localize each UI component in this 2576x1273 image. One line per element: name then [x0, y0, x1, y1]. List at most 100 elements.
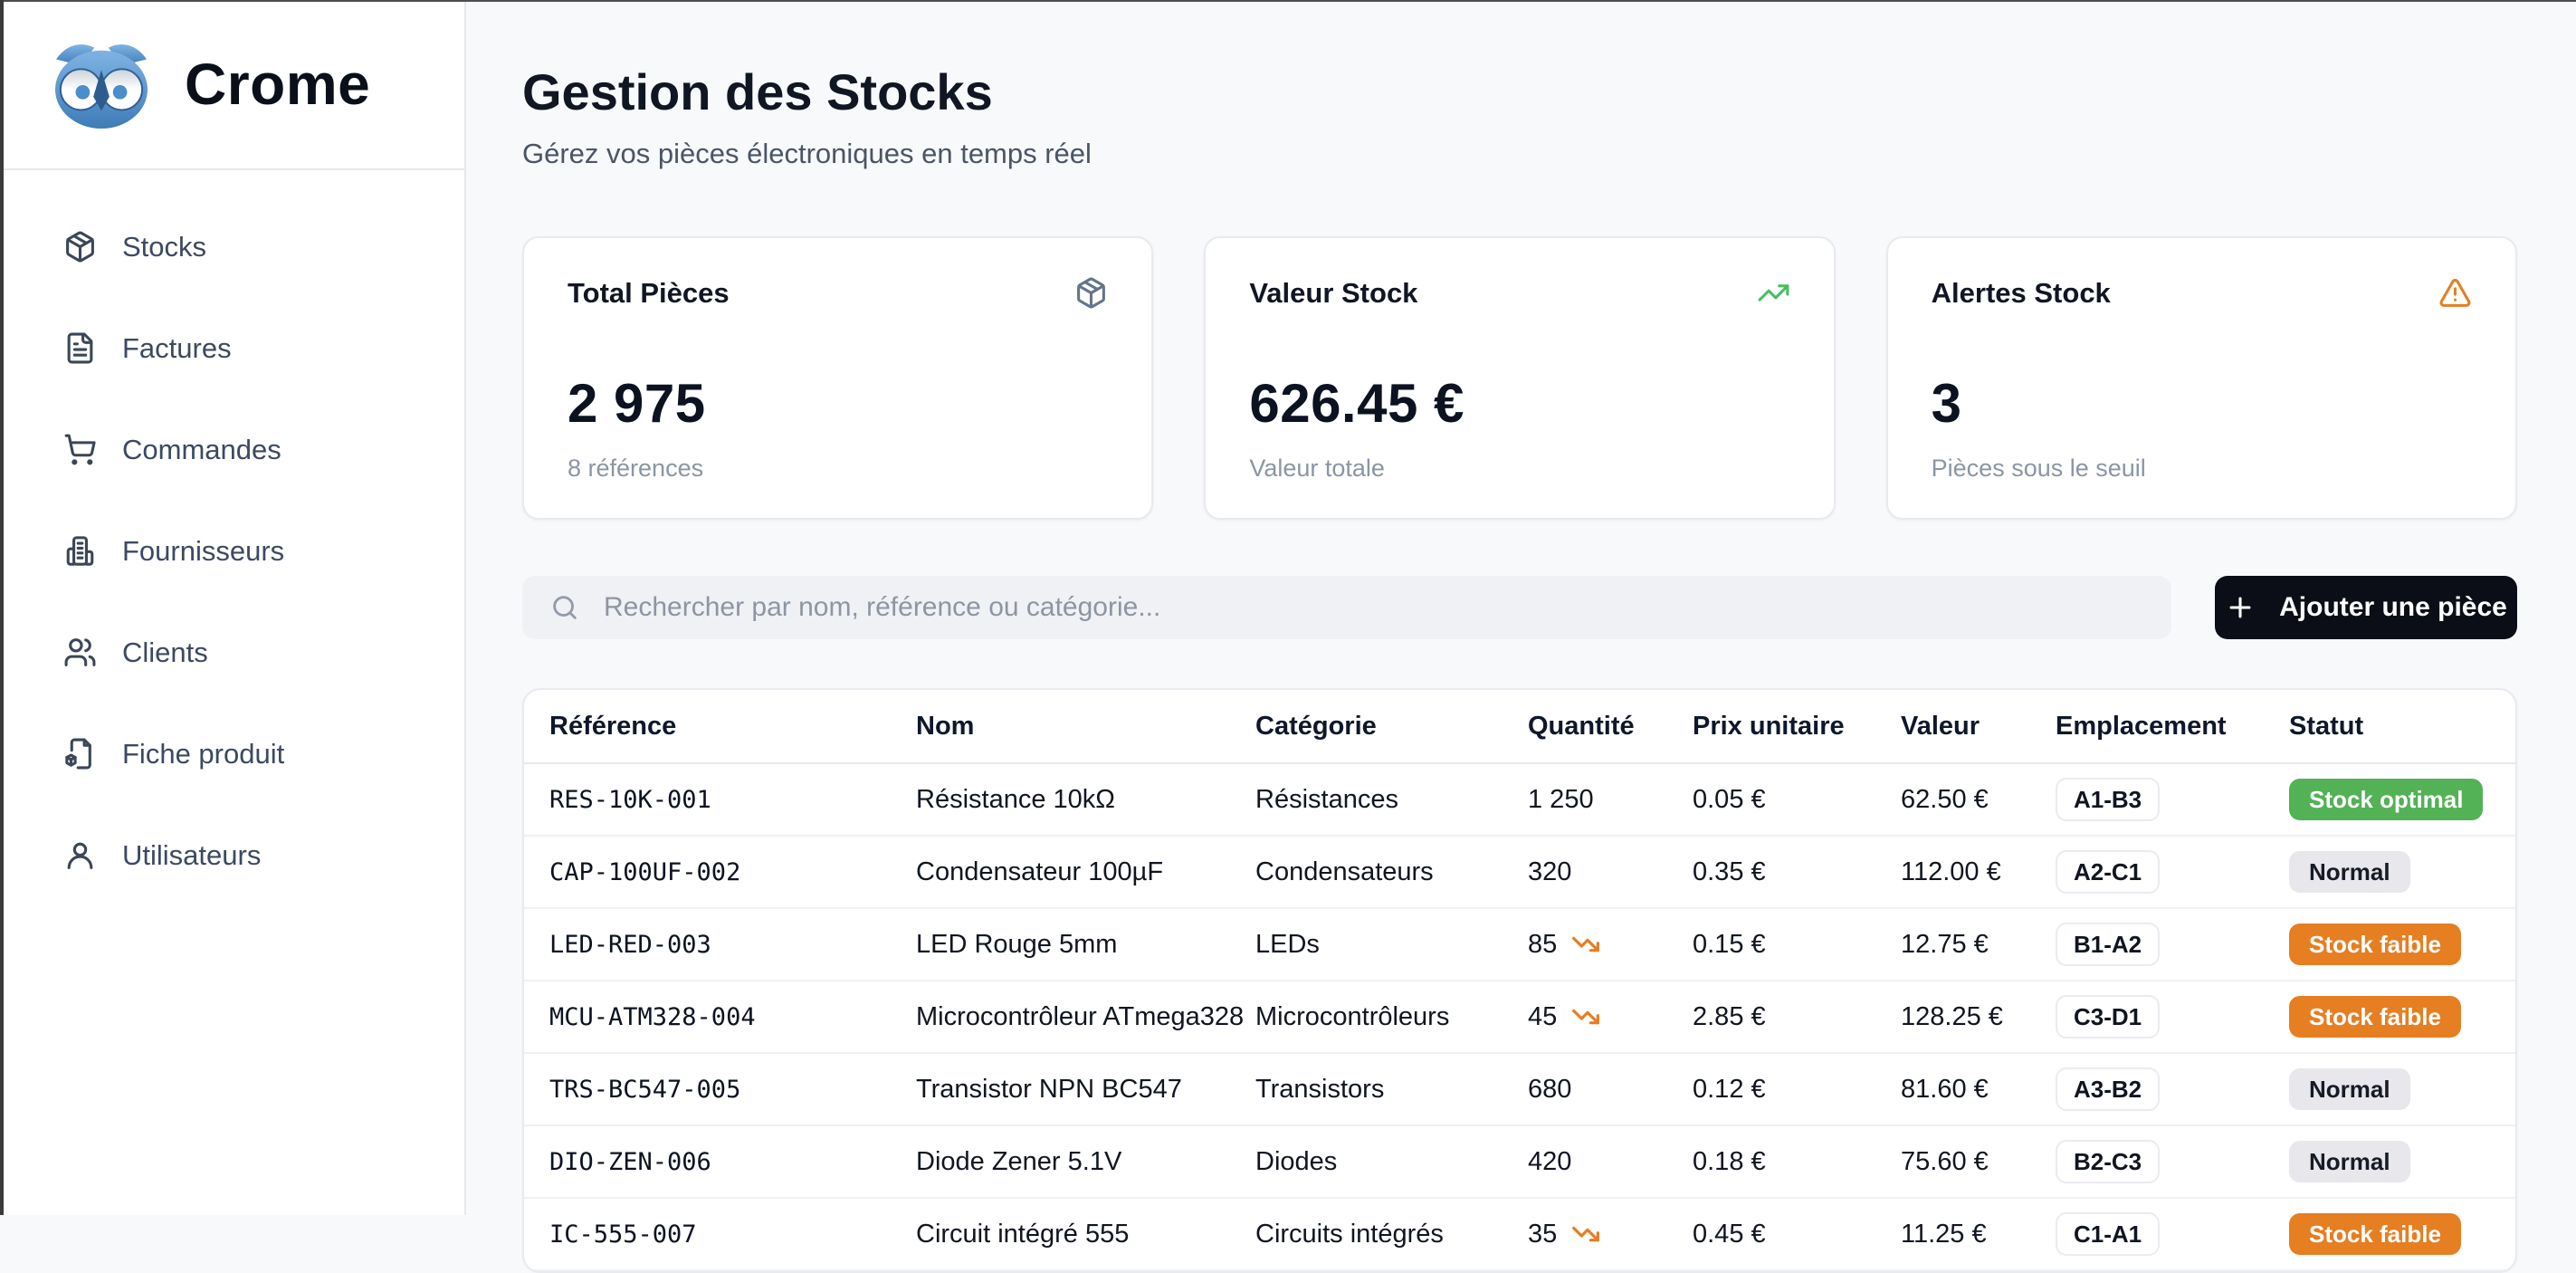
cell-category: Microcontrôleurs — [1255, 1004, 1528, 1030]
cell-status: Normal — [2289, 1068, 2515, 1110]
stat-card-label: Total Pièces — [568, 279, 730, 307]
toolbar: Ajouter une pièce — [522, 576, 2517, 639]
stat-card-alertes-stock: Alertes Stock 3 Pièces sous le seuil — [1886, 236, 2517, 520]
column-header-statut: Statut — [2289, 713, 2515, 740]
cell-location: A2-C1 — [2056, 850, 2289, 894]
sidebar-item-clients[interactable]: Clients — [63, 623, 464, 681]
cell-location: C1-A1 — [2056, 1212, 2289, 1256]
cell-name: Résistance 10kΩ — [916, 787, 1255, 813]
cell-unit-price: 2.85 € — [1693, 1004, 1901, 1030]
cell-value: 62.50 € — [1901, 787, 2056, 813]
stat-card-caption: Valeur totale — [1249, 456, 1789, 481]
cell-status: Stock optimal — [2289, 779, 2515, 820]
column-header-emplacement: Emplacement — [2056, 713, 2289, 740]
cell-reference: LED-RED-003 — [524, 933, 916, 957]
location-pill: C1-A1 — [2056, 1212, 2160, 1256]
cell-status: Stock faible — [2289, 924, 2515, 965]
sidebar-item-label: Utilisateurs — [122, 841, 261, 869]
location-pill: A3-B2 — [2056, 1067, 2160, 1111]
column-header-valeur: Valeur — [1901, 713, 2056, 740]
sidebar-item-fiche-produit[interactable]: Fiche produit — [63, 724, 464, 782]
trending-down-icon — [1571, 1002, 1600, 1031]
table-row[interactable]: RES-10K-001 Résistance 10kΩ Résistances … — [524, 764, 2515, 837]
cell-category: Circuits intégrés — [1255, 1221, 1528, 1248]
sidebar-item-stocks[interactable]: Stocks — [63, 217, 464, 275]
cell-name: Transistor NPN BC547 — [916, 1077, 1255, 1103]
cell-value: 81.60 € — [1901, 1077, 2056, 1103]
quantity-value: 45 — [1528, 1004, 1557, 1030]
table-row[interactable]: IC-555-007 Circuit intégré 555 Circuits … — [524, 1199, 2515, 1271]
status-badge: Stock optimal — [2289, 779, 2483, 820]
cell-unit-price: 0.12 € — [1693, 1077, 1901, 1103]
package-icon — [63, 230, 97, 263]
brand-logo: Crome — [0, 0, 464, 170]
cell-name: Diode Zener 5.1V — [916, 1149, 1255, 1175]
table-row[interactable]: DIO-ZEN-006 Diode Zener 5.1V Diodes 420 … — [524, 1126, 2515, 1199]
cell-reference: CAP-100UF-002 — [524, 860, 916, 885]
trending-down-icon — [1571, 1220, 1600, 1249]
sidebar-item-factures[interactable]: Factures — [63, 319, 464, 377]
file-text-icon — [63, 331, 97, 365]
table-row[interactable]: CAP-100UF-002 Condensateur 100µF Condens… — [524, 837, 2515, 909]
quantity-value: 680 — [1528, 1077, 1571, 1103]
trending-down-icon — [1571, 930, 1600, 959]
app-window: Crome Stocks Factures Commandes Fourniss… — [0, 0, 2576, 1215]
table-row[interactable]: TRS-BC547-005 Transistor NPN BC547 Trans… — [524, 1054, 2515, 1126]
sidebar-item-commandes[interactable]: Commandes — [63, 420, 464, 478]
cell-category: Condensateurs — [1255, 859, 1528, 885]
cell-location: C3-D1 — [2056, 995, 2289, 1038]
cell-status: Normal — [2289, 851, 2515, 893]
cell-quantity: 35 — [1528, 1220, 1693, 1249]
users-icon — [63, 636, 97, 669]
sidebar-item-label: Commandes — [122, 436, 281, 464]
stock-table: RéférenceNomCatégorieQuantitéPrix unitai… — [522, 688, 2517, 1273]
cell-category: Résistances — [1255, 787, 1528, 813]
stat-card-caption: 8 références — [568, 456, 1108, 481]
cell-unit-price: 0.35 € — [1693, 859, 1901, 885]
table-body: RES-10K-001 Résistance 10kΩ Résistances … — [524, 764, 2515, 1271]
cell-quantity: 45 — [1528, 1002, 1693, 1031]
page-subtitle: Gérez vos pièces électroniques en temps … — [522, 139, 2517, 168]
add-piece-button[interactable]: Ajouter une pièce — [2215, 576, 2517, 639]
cell-location: A1-B3 — [2056, 778, 2289, 821]
cell-value: 128.25 € — [1901, 1004, 2056, 1030]
cell-quantity: 680 — [1528, 1077, 1693, 1103]
sidebar-item-fournisseurs[interactable]: Fournisseurs — [63, 522, 464, 579]
location-pill: B1-A2 — [2056, 923, 2160, 966]
table-row[interactable]: MCU-ATM328-004 Microcontrôleur ATmega328… — [524, 981, 2515, 1054]
stat-card-value: 2 975 — [568, 377, 1108, 431]
table-row[interactable]: LED-RED-003 LED Rouge 5mm LEDs 85 0.15 €… — [524, 909, 2515, 981]
column-header-categorie: Catégorie — [1255, 713, 1528, 740]
user-icon — [63, 838, 97, 872]
quantity-value: 1 250 — [1528, 787, 1594, 813]
sidebar-item-label: Clients — [122, 638, 208, 666]
stat-cards: Total Pièces 2 975 8 références Valeur S… — [522, 236, 2517, 520]
cell-value: 112.00 € — [1901, 859, 2056, 885]
cell-reference: DIO-ZEN-006 — [524, 1150, 916, 1174]
cell-location: A3-B2 — [2056, 1067, 2289, 1111]
status-badge: Normal — [2289, 851, 2410, 893]
main-content: Gestion des Stocks Gérez vos pièces élec… — [466, 0, 2576, 1215]
cell-name: LED Rouge 5mm — [916, 932, 1255, 958]
sidebar-item-label: Stocks — [122, 233, 206, 261]
table-header-row: RéférenceNomCatégorieQuantitéPrix unitai… — [524, 690, 2515, 764]
cell-name: Condensateur 100µF — [916, 859, 1255, 885]
sidebar: Crome Stocks Factures Commandes Fourniss… — [0, 0, 466, 1215]
sidebar-item-utilisateurs[interactable]: Utilisateurs — [63, 826, 464, 884]
stat-card-value: 3 — [1932, 377, 2472, 431]
column-header-reference: Référence — [524, 713, 916, 740]
column-header-prix-unitaire: Prix unitaire — [1693, 713, 1901, 740]
cell-category: Diodes — [1255, 1149, 1528, 1175]
package-icon — [1074, 276, 1108, 310]
cell-name: Microcontrôleur ATmega328 — [916, 1004, 1255, 1030]
search-input[interactable] — [602, 591, 2144, 624]
page-title: Gestion des Stocks — [522, 67, 2517, 118]
location-pill: A1-B3 — [2056, 778, 2160, 821]
location-pill: B2-C3 — [2056, 1140, 2160, 1183]
column-header-nom: Nom — [916, 713, 1255, 740]
cell-location: B2-C3 — [2056, 1140, 2289, 1183]
cell-location: B1-A2 — [2056, 923, 2289, 966]
quantity-value: 35 — [1528, 1221, 1557, 1248]
cell-category: LEDs — [1255, 932, 1528, 958]
cell-status: Stock faible — [2289, 996, 2515, 1038]
